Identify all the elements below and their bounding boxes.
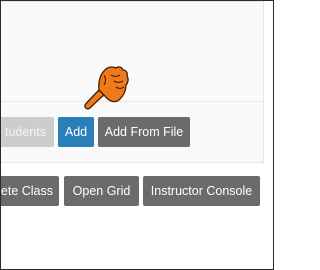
hand-pointer-icon (84, 66, 129, 110)
add-button[interactable]: Add (58, 117, 94, 147)
instructor-console-button[interactable]: Instructor Console (143, 176, 260, 206)
screenshot-frame: tudents Add Add From File ete Class Open… (0, 0, 274, 270)
panel-divider (1, 101, 263, 102)
delete-class-button[interactable]: ete Class (1, 176, 59, 206)
open-grid-button[interactable]: Open Grid (64, 176, 139, 206)
add-from-file-button[interactable]: Add From File (98, 117, 190, 147)
students-button[interactable]: tudents (1, 117, 54, 147)
